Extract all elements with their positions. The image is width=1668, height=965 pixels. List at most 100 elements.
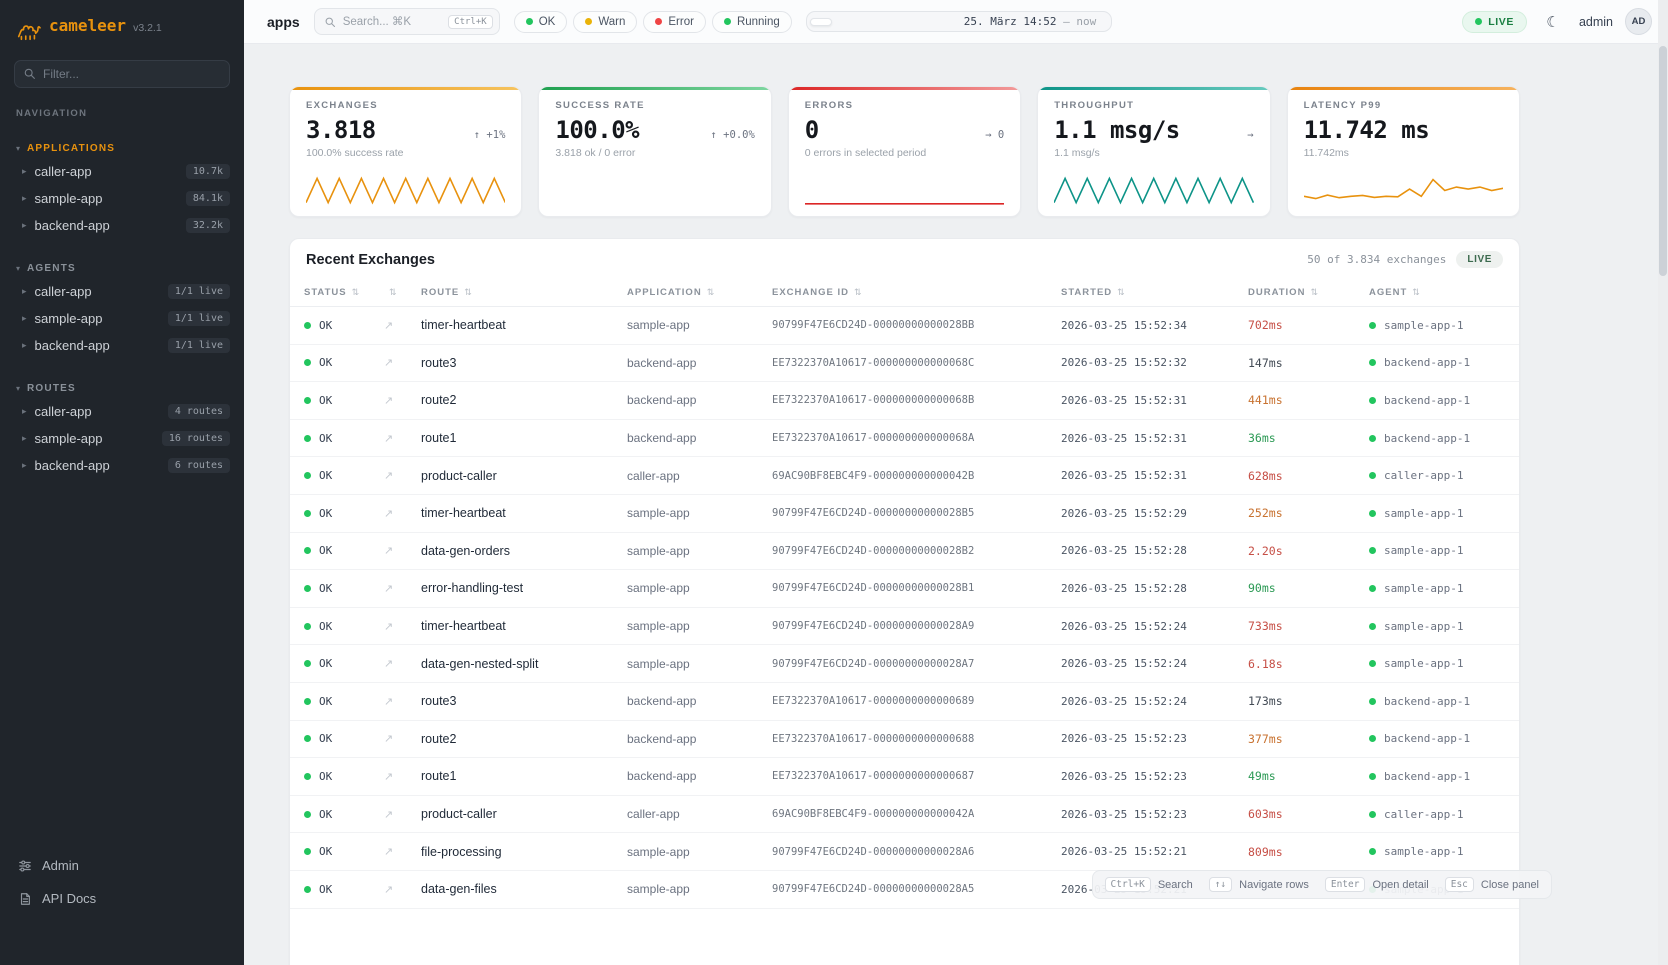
table-row[interactable]: OK ↗ route1 backend-app EE7322370A10617-…: [290, 420, 1519, 458]
open-detail-icon[interactable]: ↗: [384, 507, 421, 520]
open-detail-icon[interactable]: ↗: [384, 432, 421, 445]
kbd-key: Esc: [1445, 877, 1474, 892]
table-row[interactable]: OK ↗ data-gen-nested-split sample-app 90…: [290, 645, 1519, 683]
table-row[interactable]: OK ↗ product-caller caller-app 69AC90BF8…: [290, 796, 1519, 834]
column-header-application[interactable]: APPLICATION⇅: [627, 287, 772, 298]
time-range-1h[interactable]: [810, 18, 832, 26]
table-row[interactable]: OK ↗ route3 backend-app EE7322370A10617-…: [290, 345, 1519, 383]
open-detail-icon[interactable]: ↗: [384, 657, 421, 670]
column-header-duration[interactable]: DURATION⇅: [1248, 287, 1369, 298]
global-search[interactable]: Ctrl+K: [314, 8, 500, 35]
column-header-started[interactable]: STARTED⇅: [1061, 287, 1248, 298]
started-cell: 2026-03-25 15:52:34: [1061, 319, 1248, 332]
column-header-agent[interactable]: AGENT⇅: [1369, 287, 1519, 298]
agent-cell: backend-app-1: [1369, 770, 1519, 783]
sidebar-item-sample-app[interactable]: ▸ sample-app 84.1k: [0, 185, 244, 212]
open-detail-icon[interactable]: ↗: [384, 695, 421, 708]
keyboard-hint: Enter Open detail: [1325, 877, 1429, 892]
open-detail-icon[interactable]: ↗: [384, 394, 421, 407]
status-dot: [304, 397, 311, 404]
stat-card-latency-p99[interactable]: LATENCY P99 11.742 ms 11.742ms: [1287, 86, 1520, 217]
open-detail-icon[interactable]: ↗: [384, 770, 421, 783]
scrollbar-track[interactable]: [1658, 0, 1668, 965]
column-label: DURATION: [1248, 287, 1305, 298]
docs-icon: [18, 892, 32, 906]
sidebar-item-backend-app[interactable]: ▸ backend-app 32.2k: [0, 212, 244, 239]
sidebar-item-caller-app[interactable]: ▸ caller-app 10.7k: [0, 158, 244, 185]
search-icon: [324, 16, 336, 28]
sidebar-item-sample-app[interactable]: ▸ sample-app 1/1 live: [0, 305, 244, 332]
avatar[interactable]: AD: [1625, 8, 1652, 35]
filter-pill-error[interactable]: Error: [643, 11, 706, 33]
keyboard-hints-bar: Ctrl+K Search ↑↓ Navigate rows Enter Ope…: [1092, 870, 1552, 899]
logo[interactable]: cameleer v3.2.1: [0, 0, 244, 50]
dark-mode-toggle[interactable]: ☾: [1539, 8, 1567, 36]
agent-status-dot: [1369, 848, 1376, 855]
nav-item-label: sample-app: [35, 311, 160, 326]
kbd-key: ↑↓: [1209, 877, 1232, 892]
sidebar-footer-item-api-docs[interactable]: API Docs: [16, 884, 228, 913]
sidebar-footer-item-admin[interactable]: Admin: [16, 851, 228, 880]
table-row[interactable]: OK ↗ route3 backend-app EE7322370A10617-…: [290, 683, 1519, 721]
route-cell: data-gen-nested-split: [421, 657, 627, 671]
open-detail-icon[interactable]: ↗: [384, 356, 421, 369]
live-toggle[interactable]: LIVE: [1462, 11, 1527, 33]
time-range-7d[interactable]: [930, 18, 952, 26]
table-row[interactable]: OK ↗ timer-heartbeat sample-app 90799F47…: [290, 495, 1519, 533]
open-detail-icon[interactable]: ↗: [384, 845, 421, 858]
table-row[interactable]: OK ↗ route1 backend-app EE7322370A10617-…: [290, 758, 1519, 796]
column-header-status[interactable]: STATUS⇅: [304, 287, 384, 298]
sidebar-section-header[interactable]: ▾ APPLICATIONS: [0, 139, 244, 158]
time-range-24h[interactable]: [906, 18, 928, 26]
open-detail-icon[interactable]: ↗: [384, 620, 421, 633]
scrollbar-thumb[interactable]: [1659, 46, 1667, 276]
stat-card-errors[interactable]: ERRORS 0 → 0 0 errors in selected period: [788, 86, 1021, 217]
table-row[interactable]: OK ↗ route2 backend-app EE7322370A10617-…: [290, 721, 1519, 759]
stat-card-throughput[interactable]: THROUGHPUT 1.1 msg/s → 1.1 msg/s: [1037, 86, 1270, 217]
filter-pill-ok[interactable]: OK: [514, 11, 568, 33]
sidebar-item-caller-app[interactable]: ▸ caller-app 4 routes: [0, 398, 244, 425]
column-header-exchange-id[interactable]: EXCHANGE ID⇅: [772, 287, 1061, 298]
search-input[interactable]: [343, 16, 441, 28]
table-row[interactable]: OK ↗ timer-heartbeat sample-app 90799F47…: [290, 307, 1519, 345]
sidebar-section-header[interactable]: ▾ ROUTES: [0, 379, 244, 398]
stat-card-exchanges[interactable]: EXCHANGES 3.818 ↑ +1% 100.0% success rat…: [289, 86, 522, 217]
stat-cards-row: EXCHANGES 3.818 ↑ +1% 100.0% success rat…: [289, 86, 1520, 217]
column-header-icon[interactable]: ⇅: [384, 287, 421, 298]
sidebar-item-backend-app[interactable]: ▸ backend-app 6 routes: [0, 452, 244, 479]
sidebar-section-header[interactable]: ▾ AGENTS: [0, 259, 244, 278]
agent-cell: sample-app-1: [1369, 620, 1519, 633]
exchange-count: 50 of 3.834 exchanges: [1307, 253, 1446, 266]
table-row[interactable]: OK ↗ error-handling-test sample-app 9079…: [290, 570, 1519, 608]
started-cell: 2026-03-25 15:52:24: [1061, 695, 1248, 708]
column-header-route[interactable]: ROUTE⇅: [421, 287, 627, 298]
time-range-6h[interactable]: [858, 18, 880, 26]
admin-icon: [18, 859, 32, 873]
table-row[interactable]: OK ↗ file-processing sample-app 90799F47…: [290, 833, 1519, 871]
open-detail-icon[interactable]: ↗: [384, 319, 421, 332]
filter-pill-warn[interactable]: Warn: [573, 11, 637, 33]
table-row[interactable]: OK ↗ data-gen-orders sample-app 90799F47…: [290, 533, 1519, 571]
table-row[interactable]: OK ↗ product-caller caller-app 69AC90BF8…: [290, 457, 1519, 495]
application-cell: sample-app: [627, 318, 772, 332]
stat-card-success-rate[interactable]: SUCCESS RATE 100.0% ↑ +0.0% 3.818 ok / 0…: [538, 86, 771, 217]
table-row[interactable]: OK ↗ timer-heartbeat sample-app 90799F47…: [290, 608, 1519, 646]
open-detail-icon[interactable]: ↗: [384, 544, 421, 557]
application-cell: sample-app: [627, 544, 772, 558]
open-detail-icon[interactable]: ↗: [384, 582, 421, 595]
open-detail-icon[interactable]: ↗: [384, 732, 421, 745]
open-detail-icon[interactable]: ↗: [384, 883, 421, 896]
sidebar-item-backend-app[interactable]: ▸ backend-app 1/1 live: [0, 332, 244, 359]
status-dot: [304, 660, 311, 667]
sidebar-item-caller-app[interactable]: ▸ caller-app 1/1 live: [0, 278, 244, 305]
open-detail-icon[interactable]: ↗: [384, 469, 421, 482]
table-row[interactable]: OK ↗ route2 backend-app EE7322370A10617-…: [290, 382, 1519, 420]
stat-value: 11.742 ms: [1304, 116, 1430, 144]
sidebar-filter-input[interactable]: [14, 60, 230, 88]
time-range-today[interactable]: [882, 18, 904, 26]
time-range-3h[interactable]: [834, 18, 856, 26]
sidebar-item-sample-app[interactable]: ▸ sample-app 16 routes: [0, 425, 244, 452]
open-detail-icon[interactable]: ↗: [384, 808, 421, 821]
filter-pill-running[interactable]: Running: [712, 11, 792, 33]
nav-item-label: caller-app: [35, 404, 160, 419]
